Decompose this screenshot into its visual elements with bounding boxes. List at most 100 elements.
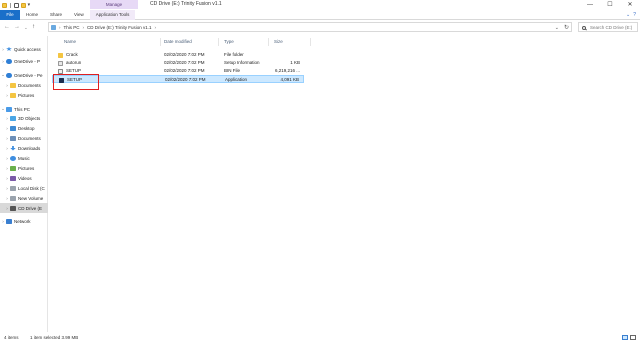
cube-icon [10, 115, 16, 121]
quick-access-toolbar: ▾ [2, 2, 30, 8]
nav-item-label: Local Disk (C [18, 185, 45, 191]
large-icons-view-icon[interactable] [630, 335, 636, 340]
tab-application-tools[interactable]: Application Tools [89, 10, 136, 20]
minimize-button[interactable]: — [580, 0, 600, 9]
nav-item-documents-onedrive[interactable]: › Documents [0, 80, 48, 90]
selection-info: 1 item selected 3.99 MB [30, 335, 79, 340]
breadcrumb-cd-drive[interactable]: CD Drive (E:) Trinity Fusion v1.1 [87, 23, 152, 33]
location-icon [51, 25, 56, 30]
nav-item-videos[interactable]: › Videos [0, 173, 48, 183]
nav-item-music[interactable]: › Music [0, 153, 48, 163]
tab-home[interactable]: Home [20, 10, 44, 20]
videos-icon [10, 175, 16, 181]
folder-icon [58, 52, 63, 58]
close-button[interactable]: ✕ [620, 0, 640, 9]
column-divider[interactable] [310, 38, 311, 46]
table-row[interactable]: autorun 02/02/2020 7:02 PM Setup Informa… [52, 59, 304, 67]
file-type: File folder [224, 52, 244, 57]
column-divider[interactable] [268, 38, 269, 46]
table-row[interactable]: Crack 02/02/2020 7:02 PM File folder [52, 51, 304, 59]
column-divider[interactable] [160, 38, 161, 46]
bin-file-icon [58, 68, 63, 74]
file-size: 4,091 KB [280, 77, 299, 82]
nav-item-documents[interactable]: › Documents [0, 133, 48, 143]
file-date: 02/02/2020 7:02 PM [165, 77, 206, 82]
column-header-date[interactable]: Date modified [164, 36, 192, 48]
tab-view[interactable]: View [68, 10, 90, 20]
title-bar: ▾ Manage CD Drive (E:) Trinity Fusion v1… [0, 0, 640, 10]
nav-item-label: OneDrive - P [14, 58, 41, 64]
manage-contextual-tab[interactable]: Manage [90, 0, 138, 9]
refresh-icon[interactable]: ↻ [564, 23, 569, 33]
file-name: Crack [66, 52, 78, 57]
expand-chevron-icon[interactable]: › [4, 146, 10, 151]
desktop-icon [10, 125, 16, 131]
nav-item-label: This PC [14, 106, 31, 112]
nav-item-desktop[interactable]: › Desktop [0, 123, 48, 133]
item-count: 4 items [4, 335, 19, 340]
back-arrow-icon[interactable]: ← [4, 24, 10, 30]
nav-item-label: Quick access [14, 46, 41, 52]
nav-item-label: Music [18, 155, 30, 161]
nav-item-3d-objects[interactable]: › 3D Objects [0, 113, 48, 123]
help-icon[interactable]: ? [633, 12, 636, 18]
computer-icon [6, 106, 12, 112]
file-type: BIN File [224, 68, 241, 73]
file-size: 6,219,216 ... [274, 68, 300, 73]
address-dropdown-icon[interactable]: ⌄ [555, 23, 559, 33]
window-controls: — ☐ ✕ [580, 0, 640, 9]
annotation-highlight-box [53, 74, 99, 90]
column-header-size[interactable]: Size [274, 36, 283, 48]
breadcrumb-separator-icon[interactable]: › [59, 23, 61, 33]
nav-item-downloads[interactable]: › Downloads [0, 143, 48, 153]
download-icon [10, 145, 16, 151]
breadcrumb-separator-icon[interactable]: › [83, 23, 85, 33]
ribbon-tabs: Home Share View Application Tools [20, 10, 136, 20]
nav-item-cd-drive[interactable]: › CD Drive (E [0, 203, 48, 213]
customize-toolbar-icon[interactable]: ▾ [28, 2, 31, 8]
maximize-button[interactable]: ☐ [600, 0, 620, 9]
nav-item-label: Downloads [18, 145, 41, 151]
folder-icon [10, 82, 16, 88]
nav-item-label: Documents [18, 135, 41, 141]
expand-chevron-icon[interactable]: › [0, 47, 6, 52]
window-title: CD Drive (E:) Trinity Fusion v1.1 [150, 1, 222, 7]
nav-item-label: CD Drive (E [18, 205, 43, 211]
nav-item-quick-access[interactable]: › Quick access [0, 44, 48, 54]
column-divider[interactable] [218, 38, 219, 46]
breadcrumb-separator-icon[interactable]: › [155, 23, 157, 33]
folder-icon [2, 2, 7, 8]
nav-item-label: Pictures [18, 165, 35, 171]
new-folder-icon[interactable] [20, 2, 26, 8]
nav-item-pictures-onedrive[interactable]: › Pictures [0, 90, 48, 100]
search-box[interactable]: Search CD Drive (E:) [578, 22, 638, 32]
music-icon [10, 155, 16, 161]
forward-arrow-icon[interactable]: → [14, 24, 20, 30]
address-bar[interactable]: › This PC › CD Drive (E:) Trinity Fusion… [48, 22, 572, 32]
up-arrow-icon[interactable]: ↑ [32, 24, 35, 30]
disk-icon [10, 195, 16, 201]
expand-ribbon-icon[interactable]: ⌄ [626, 12, 630, 18]
nav-item-local-disk[interactable]: › Local Disk (C [0, 183, 48, 193]
cloud-icon [6, 72, 12, 78]
breadcrumb-this-pc[interactable]: This PC [64, 23, 80, 33]
tab-file[interactable]: File [0, 10, 20, 20]
nav-item-label: Desktop [18, 125, 35, 131]
toolbar-divider [10, 2, 11, 8]
column-header-type[interactable]: Type [224, 36, 234, 48]
recent-locations-icon[interactable]: ⌄ [24, 25, 28, 31]
nav-item-pictures[interactable]: › Pictures [0, 163, 48, 173]
nav-item-onedrive-pe[interactable]: ⌄ OneDrive - Pe [0, 70, 48, 80]
search-placeholder: Search CD Drive (E:) [590, 25, 633, 30]
column-header-name[interactable]: Name [64, 36, 76, 48]
folder-icon [10, 92, 16, 98]
nav-item-network[interactable]: › Network [0, 216, 48, 226]
nav-item-new-volume[interactable]: › New Volume [0, 193, 48, 203]
nav-item-onedrive-p[interactable]: › OneDrive - P [0, 56, 48, 66]
file-date: 02/02/2020 7:02 PM [164, 68, 205, 73]
properties-icon[interactable] [13, 2, 19, 8]
nav-item-label: 3D Objects [18, 115, 41, 121]
details-view-icon[interactable] [622, 335, 628, 340]
nav-item-label: Videos [18, 175, 32, 181]
tab-share[interactable]: Share [44, 10, 68, 20]
